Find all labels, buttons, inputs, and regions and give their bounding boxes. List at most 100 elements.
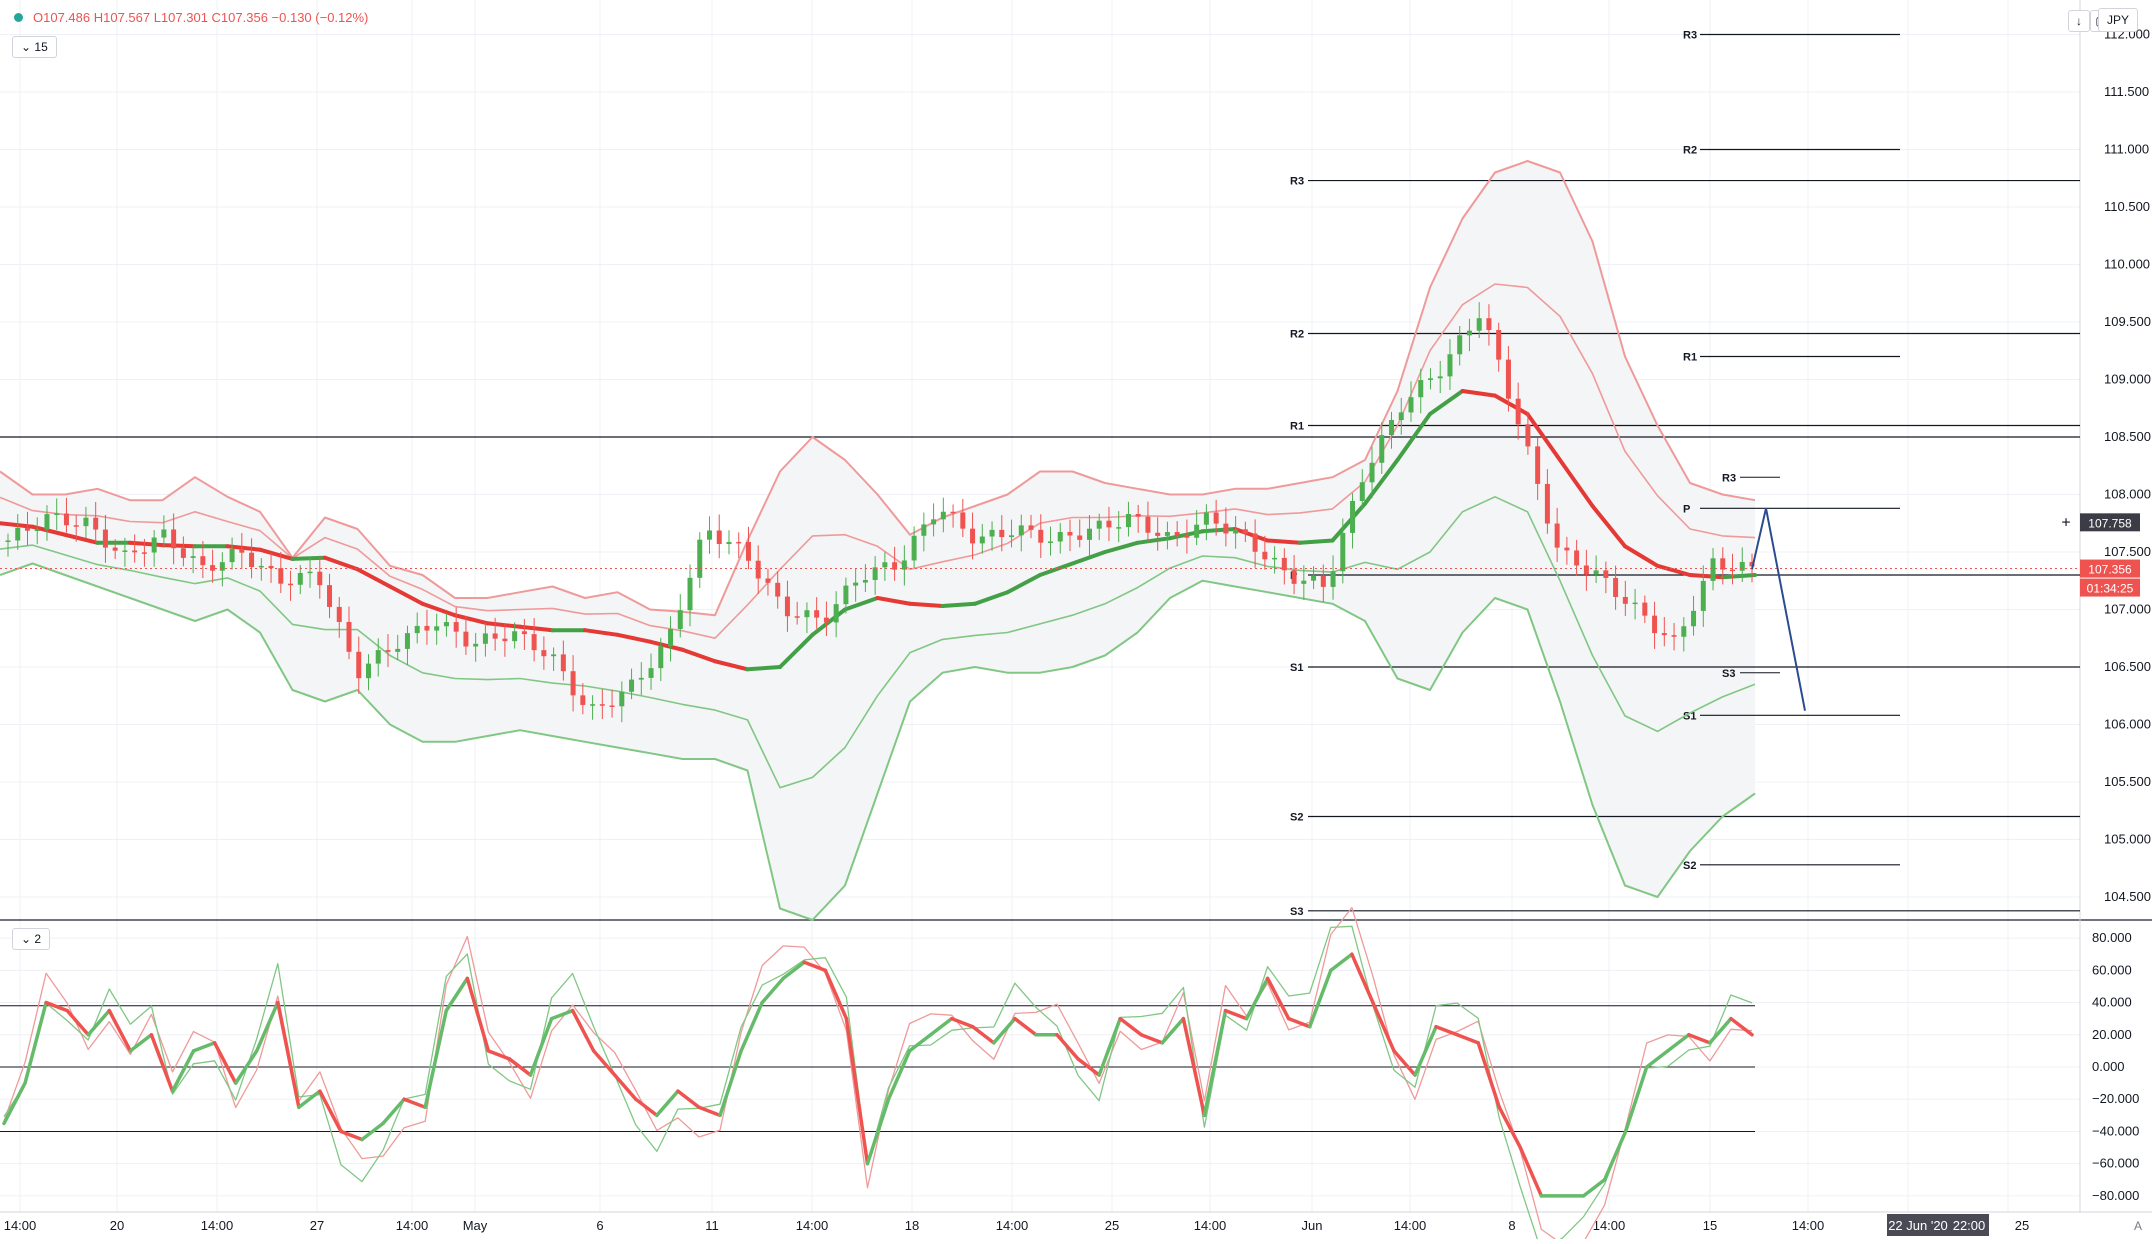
- candle-body: [122, 550, 128, 552]
- currency-button[interactable]: JPY: [2097, 8, 2138, 32]
- candle-body: [1009, 535, 1015, 538]
- moving-average-segment: [160, 543, 197, 549]
- interval-toggle-button[interactable]: ⌄ 15: [12, 36, 57, 58]
- oscillator-main-segment: [191, 1041, 217, 1053]
- candle-body: [843, 585, 849, 605]
- candle-body: [1048, 541, 1054, 543]
- oscillator-main-segment: [1244, 976, 1270, 1021]
- candle-body: [1564, 547, 1570, 551]
- candle-body: [229, 548, 235, 563]
- candle-body: [1603, 570, 1609, 578]
- candle-body: [161, 529, 167, 538]
- oscillator-axis-tick-label: 0.000: [2092, 1059, 2125, 1074]
- price-axis-tick-label: 108.500: [2104, 429, 2151, 444]
- oscillator-main-segment: [760, 976, 785, 1005]
- candle-body: [512, 631, 518, 642]
- pivot-level-label: S3: [1290, 906, 1303, 918]
- pivot-level-label: S2: [1683, 860, 1696, 872]
- candle-body: [716, 530, 722, 544]
- candle-body: [1106, 520, 1112, 528]
- time-axis-tick-label: 14:00: [1593, 1218, 1626, 1233]
- candle-body: [1145, 516, 1151, 533]
- candle-body: [1583, 565, 1589, 575]
- oscillator-main-segment: [128, 1033, 154, 1053]
- candle-body: [171, 529, 177, 549]
- oscillator-main-segment: [2, 1081, 27, 1126]
- oscillator-main-segment: [1434, 1024, 1459, 1037]
- market-status-icon: [14, 13, 23, 22]
- candle-body: [15, 527, 21, 541]
- candle-body: [278, 568, 284, 584]
- chart-area[interactable]: 112.000 111.500 111.000 110.500 110.000 109.5…: [0, 0, 2152, 1244]
- oscillator-main-segment: [844, 1016, 870, 1166]
- candle-body: [706, 530, 712, 540]
- candle-body: [395, 648, 401, 652]
- candle-body: [1398, 412, 1404, 420]
- candle-body: [736, 541, 742, 544]
- candle-body: [931, 519, 937, 525]
- candle-body: [463, 631, 469, 647]
- candle-body: [1320, 576, 1326, 587]
- candle-body: [1389, 419, 1395, 436]
- candle-body: [687, 577, 693, 611]
- candle-body: [1164, 532, 1170, 536]
- candle-body: [434, 626, 440, 631]
- oscillator-toggle-button[interactable]: ⌄ 2: [12, 928, 51, 950]
- ohlc-values: O107.486 H107.567 L107.301 C107.356 −0.1…: [33, 10, 369, 25]
- candle-body: [950, 511, 956, 514]
- auto-scale-button[interactable]: A: [2134, 1219, 2142, 1233]
- oscillator-main-segment: [339, 1129, 364, 1142]
- candle-body: [1418, 380, 1424, 398]
- pivot-level-label: S2: [1290, 812, 1303, 824]
- candle-body: [794, 616, 800, 618]
- candle-body: [1203, 512, 1209, 525]
- time-axis-time-label: 22:00: [1953, 1218, 1986, 1233]
- crosshair-plus-icon[interactable]: +: [2061, 514, 2070, 531]
- candle-body: [1427, 378, 1433, 381]
- chart-canvas[interactable]: 112.000111.500111.000110.500110.000109.5…: [0, 0, 2152, 1244]
- price-axis-tick-label: 111.500: [2104, 84, 2149, 99]
- time-axis-tick-label: 11: [705, 1218, 719, 1233]
- candle-body: [1174, 532, 1180, 536]
- candle-body: [1408, 397, 1414, 413]
- candle-body: [1632, 602, 1638, 605]
- candle-body: [755, 560, 761, 579]
- candle-body: [1681, 626, 1687, 637]
- candle-body: [200, 556, 206, 566]
- candle-body: [346, 621, 352, 652]
- candle-body: [1642, 602, 1648, 616]
- time-axis-date-label: 22 Jun '20: [1888, 1218, 1948, 1233]
- candle-body: [1369, 462, 1375, 483]
- candle-body: [1194, 524, 1200, 538]
- oscillator-main-segment: [1476, 1041, 1502, 1110]
- candle-body: [784, 596, 790, 617]
- candle-body: [979, 536, 985, 544]
- candle-body: [638, 677, 644, 680]
- candle-body: [1350, 500, 1356, 533]
- candle-body: [1330, 571, 1336, 587]
- oscillator-axis-tick-label: −40.000: [2092, 1123, 2139, 1138]
- oscillator-main-segment: [276, 1000, 301, 1110]
- candle-body: [93, 517, 99, 530]
- oscillator-main-segment: [739, 1000, 764, 1053]
- candle-body: [1379, 435, 1385, 463]
- candle-body: [210, 565, 216, 571]
- candle-body: [1437, 376, 1443, 379]
- time-axis-tick-label: 20: [110, 1218, 124, 1233]
- oscillator-main-segment: [907, 1033, 933, 1053]
- oscillator-main-segment: [1455, 1033, 1480, 1045]
- candle-body: [443, 622, 449, 627]
- candle-body: [1340, 532, 1346, 572]
- candle-body: [1739, 561, 1745, 571]
- oscillator-axis-tick-label: 80.000: [2092, 930, 2132, 945]
- candle-body: [1720, 558, 1726, 570]
- candle-body: [1661, 633, 1667, 636]
- candle-body: [541, 650, 547, 657]
- candle-body: [853, 582, 859, 586]
- candle-body: [336, 606, 342, 622]
- auto-scale-label: A: [2133, 1219, 2142, 1233]
- pivot-level-label: R1: [1290, 421, 1304, 433]
- oscillator-main-segment: [1666, 1033, 1691, 1053]
- download-icon[interactable]: ↓: [2068, 10, 2090, 32]
- candle-body: [1544, 483, 1550, 524]
